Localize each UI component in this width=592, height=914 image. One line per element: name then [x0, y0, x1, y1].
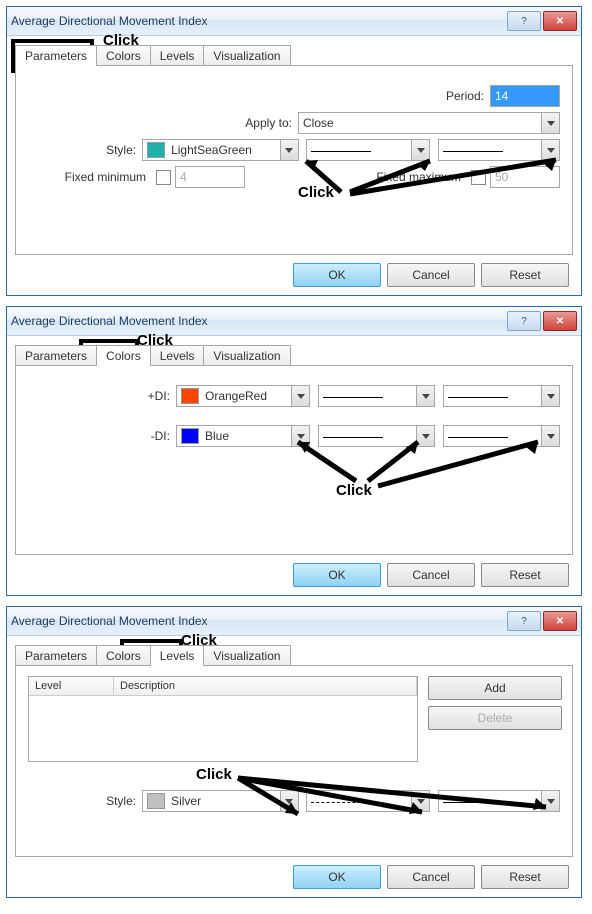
tabs: Parameters Colors Levels Visualization: [15, 644, 573, 665]
button-row: OK Cancel Reset: [15, 555, 573, 587]
plus-di-line-select[interactable]: [318, 385, 435, 407]
window-title: Average Directional Movement Index: [11, 614, 505, 628]
dialog-parameters: Average Directional Movement Index ? ✕ C…: [6, 6, 582, 296]
help-button[interactable]: ?: [507, 11, 541, 31]
color-swatch: [181, 428, 199, 444]
button-row: OK Cancel Reset: [15, 857, 573, 889]
close-button[interactable]: ✕: [543, 611, 577, 631]
ok-button[interactable]: OK: [293, 263, 381, 287]
window-title: Average Directional Movement Index: [11, 14, 505, 28]
style-color-select[interactable]: LightSeaGreen: [142, 139, 299, 161]
apply-to-select[interactable]: Close: [298, 112, 560, 134]
style-color-select[interactable]: Silver: [142, 790, 299, 812]
style-label: Style:: [28, 794, 136, 808]
titlebar: Average Directional Movement Index ? ✕: [7, 7, 581, 36]
annotation-click: Click: [336, 482, 372, 499]
minus-di-width-select[interactable]: [443, 425, 560, 447]
minus-di-color-select[interactable]: Blue: [176, 425, 310, 447]
help-button[interactable]: ?: [507, 311, 541, 331]
period-label: Period:: [446, 89, 484, 103]
fixed-max-input[interactable]: 50: [490, 166, 560, 188]
chevron-down-icon: [541, 113, 559, 133]
tab-visualization[interactable]: Visualization: [203, 645, 290, 666]
ok-button[interactable]: OK: [293, 563, 381, 587]
dialog-colors: Average Directional Movement Index ? ✕ C…: [6, 306, 582, 596]
tabs: Parameters Colors Levels Visualization: [15, 344, 573, 365]
tab-levels[interactable]: Levels: [150, 345, 205, 366]
fixed-max-checkbox[interactable]: [471, 170, 486, 185]
cancel-button[interactable]: Cancel: [387, 263, 475, 287]
tabs: Parameters Colors Levels Visualization: [15, 44, 573, 65]
reset-button[interactable]: Reset: [481, 563, 569, 587]
tab-colors[interactable]: Colors: [96, 645, 151, 666]
color-swatch: [147, 142, 165, 158]
close-button[interactable]: ✕: [543, 311, 577, 331]
cancel-button[interactable]: Cancel: [387, 865, 475, 889]
plus-di-color-select[interactable]: OrangeRed: [176, 385, 310, 407]
color-swatch: [147, 793, 165, 809]
style-line-select[interactable]: [306, 790, 430, 812]
tab-parameters[interactable]: Parameters: [15, 345, 97, 366]
period-input[interactable]: 14: [490, 85, 560, 107]
titlebar: Average Directional Movement Index ? ✕: [7, 307, 581, 336]
tab-levels[interactable]: Levels: [150, 645, 205, 666]
tab-visualization[interactable]: Visualization: [203, 45, 290, 66]
dialog-levels: Average Directional Movement Index ? ✕ C…: [6, 606, 582, 898]
col-level[interactable]: Level: [29, 677, 114, 695]
ok-button[interactable]: OK: [293, 865, 381, 889]
tab-colors[interactable]: Colors: [96, 45, 151, 66]
style-width-select[interactable]: [438, 139, 560, 161]
cancel-button[interactable]: Cancel: [387, 563, 475, 587]
minus-di-label: -DI:: [28, 429, 170, 443]
button-row: OK Cancel Reset: [15, 255, 573, 287]
panel: +DI: OrangeRed -DI: Blue Click: [15, 365, 573, 555]
plus-di-width-select[interactable]: [443, 385, 560, 407]
col-description[interactable]: Description: [114, 677, 417, 695]
tab-parameters[interactable]: Parameters: [15, 645, 97, 666]
tab-parameters[interactable]: Parameters: [15, 45, 97, 66]
reset-button[interactable]: Reset: [481, 263, 569, 287]
color-swatch: [181, 388, 199, 404]
plus-di-label: +DI:: [28, 389, 170, 403]
panel: Period: 14 Apply to: Close Style: LightS…: [15, 65, 573, 255]
panel: Level Description Add Delete Click Style…: [15, 665, 573, 857]
levels-list[interactable]: Level Description: [28, 676, 418, 762]
fixed-min-input[interactable]: 4: [175, 166, 245, 188]
help-button[interactable]: ?: [507, 611, 541, 631]
style-line-select[interactable]: [306, 139, 430, 161]
delete-button[interactable]: Delete: [428, 706, 562, 730]
add-button[interactable]: Add: [428, 676, 562, 700]
annotation-click: Click: [196, 766, 232, 783]
fixed-min-label: Fixed minimum: [28, 170, 146, 184]
fixed-min-checkbox[interactable]: [156, 170, 171, 185]
window-title: Average Directional Movement Index: [11, 314, 505, 328]
tab-levels[interactable]: Levels: [150, 45, 205, 66]
apply-to-label: Apply to:: [245, 116, 292, 130]
style-width-select[interactable]: [438, 790, 560, 812]
minus-di-line-select[interactable]: [318, 425, 435, 447]
reset-button[interactable]: Reset: [481, 865, 569, 889]
style-label: Style:: [28, 143, 136, 157]
tab-visualization[interactable]: Visualization: [203, 345, 290, 366]
close-button[interactable]: ✕: [543, 11, 577, 31]
fixed-max-label: Fixed maximum: [376, 170, 461, 184]
tab-colors[interactable]: Colors: [96, 345, 151, 366]
titlebar: Average Directional Movement Index ? ✕: [7, 607, 581, 636]
